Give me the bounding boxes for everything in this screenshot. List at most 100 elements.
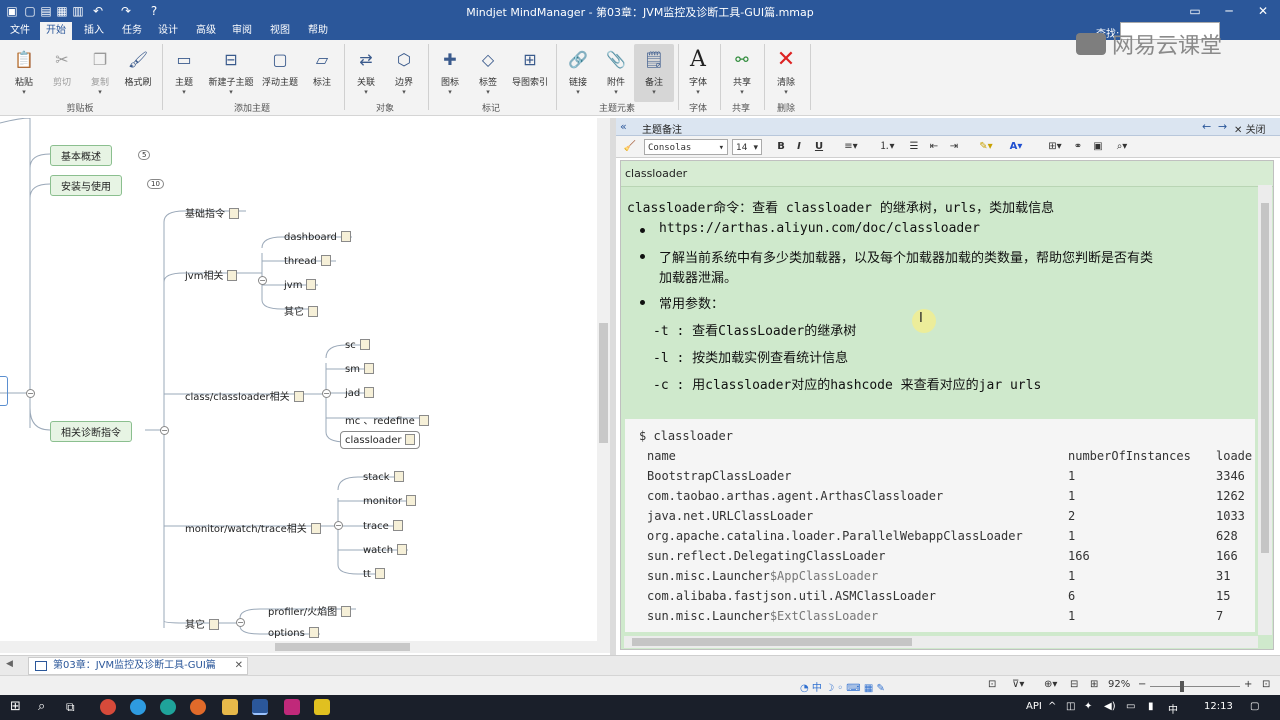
note-icon[interactable]	[227, 270, 238, 281]
document-tab[interactable]: 第03章：JVM监控及诊断工具-GUI篇 ✕	[28, 657, 248, 675]
ribbon-options-icon[interactable]: ▭	[1178, 0, 1212, 22]
close-button[interactable]: ✕	[1246, 0, 1280, 22]
note-icon[interactable]	[308, 627, 319, 638]
topic-profiler[interactable]: profiler/火焰图	[268, 603, 352, 618]
cut-button[interactable]: ✂ 剪切	[42, 44, 82, 102]
file-explorer-icon[interactable]	[222, 699, 238, 715]
topic-basic-commands[interactable]: 基础指令	[185, 205, 239, 220]
zoom-slider-thumb[interactable]	[1180, 681, 1184, 692]
topic-sm[interactable]: sm	[345, 363, 374, 375]
keyboard-icon[interactable]: ▭	[1126, 701, 1135, 712]
topic-diagnostic-commands[interactable]: 相关诊断指令	[50, 421, 132, 442]
tab-review[interactable]: 审阅	[226, 22, 258, 40]
note-icon[interactable]	[405, 434, 416, 445]
topic-thread[interactable]: thread	[284, 255, 331, 267]
indent-icon[interactable]: ⇥	[946, 139, 962, 155]
note-icon[interactable]	[406, 495, 417, 506]
collapse-toggle[interactable]: −	[322, 389, 331, 398]
mindmanager-taskbar-icon[interactable]	[252, 699, 268, 715]
note-icon[interactable]	[393, 471, 404, 482]
paste-button[interactable]: 📋 粘贴 ▾	[4, 44, 44, 102]
note-icon[interactable]	[359, 339, 370, 350]
clear-format-icon[interactable]: 🧹	[622, 139, 638, 155]
tab-file[interactable]: 文件	[4, 22, 36, 40]
note-icon[interactable]	[341, 606, 352, 617]
topic-watch[interactable]: watch	[363, 544, 408, 556]
collapse-toggle[interactable]: −	[258, 276, 267, 285]
collapse-pane-icon[interactable]: «	[620, 120, 627, 133]
firefox-icon[interactable]	[190, 699, 206, 715]
task-view-icon[interactable]: ⧉	[66, 699, 82, 715]
collapse-toggle[interactable]: −	[160, 426, 169, 435]
font-family-select[interactable]: Consolas ▾	[644, 139, 728, 155]
tab-view[interactable]: 视图	[264, 22, 296, 40]
topic-jvm-cmd[interactable]: jvm	[284, 279, 317, 291]
app-icon[interactable]	[314, 699, 330, 715]
collapse-toggle[interactable]: −	[26, 389, 35, 398]
fullscreen-icon[interactable]: ⊡	[1262, 679, 1270, 690]
note-icon[interactable]	[340, 231, 351, 242]
font-size-select[interactable]: 14 ▾	[732, 139, 762, 155]
font-button[interactable]: A 字体 ▾	[678, 44, 718, 102]
callout-button[interactable]: ▱ 标注	[302, 44, 342, 102]
note-icon[interactable]	[418, 415, 429, 426]
collapse-toggle[interactable]: −	[334, 521, 343, 530]
map-vertical-scrollbar[interactable]	[597, 118, 610, 641]
search-icon[interactable]: ⌕	[38, 699, 54, 715]
relationship-button[interactable]: ⇄ 关联 ▾	[346, 44, 386, 102]
underline-button[interactable]: U	[812, 139, 826, 155]
zoom-slider[interactable]	[1150, 686, 1240, 687]
find-icon[interactable]: ⌕▾	[1110, 139, 1134, 155]
note-icon[interactable]	[229, 208, 239, 219]
mindmap-canvas[interactable]: − 基本概述 5 安装与使用 10 相关诊断指令 − 基础指令 jvm相关 − …	[0, 118, 610, 641]
topic-dashboard[interactable]: dashboard	[284, 231, 351, 243]
scroll-thumb[interactable]	[1261, 203, 1269, 553]
edge-icon[interactable]	[160, 699, 176, 715]
zoom-fit-icon[interactable]: ⊞	[1090, 679, 1098, 690]
note-icon[interactable]	[320, 255, 331, 266]
tab-insert[interactable]: 插入	[78, 22, 110, 40]
focus-icon[interactable]: ⊕▾	[1044, 679, 1057, 690]
note-doc-link[interactable]: https://arthas.aliyun.com/doc/classloade…	[659, 221, 980, 236]
note-icon[interactable]	[209, 619, 219, 630]
network-icon[interactable]: ◫	[1066, 701, 1075, 712]
note-icon[interactable]	[306, 279, 317, 290]
map-horizontal-scrollbar[interactable]	[0, 641, 610, 653]
map-index-button[interactable]: ⊞ 导图索引	[508, 44, 552, 102]
topic-basic-overview[interactable]: 基本概述	[50, 145, 112, 166]
ime-indicator[interactable]: 中	[1168, 701, 1178, 716]
scroll-thumb[interactable]	[275, 643, 410, 651]
close-tab-icon[interactable]: ✕	[235, 658, 243, 674]
topic-options[interactable]: options	[268, 627, 319, 639]
numbered-list-icon[interactable]: ⒈▾	[876, 139, 898, 155]
copy-button[interactable]: ❐ 复制 ▾	[80, 44, 120, 102]
tab-scroll-left-icon[interactable]: ◀	[6, 659, 13, 669]
ime-toolbar[interactable]: ◔ 中 ☽ ◦ ⌨ ▦ ✎	[800, 679, 885, 694]
central-topic-edge[interactable]	[0, 376, 8, 406]
bluetooth-icon[interactable]: ✦	[1084, 701, 1092, 712]
tray-chevron-icon[interactable]: ^	[1048, 701, 1056, 712]
collapse-toggle[interactable]: −	[236, 618, 245, 627]
pane-splitter[interactable]	[610, 118, 616, 655]
attachment-button[interactable]: 📎 附件 ▾	[596, 44, 636, 102]
topic-install-usage[interactable]: 安装与使用	[50, 175, 122, 196]
bold-button[interactable]: B	[774, 139, 788, 155]
chrome-icon[interactable]	[100, 699, 116, 715]
bullet-list-icon[interactable]: ☰	[906, 139, 922, 155]
tab-design[interactable]: 设计	[152, 22, 184, 40]
topic-jad[interactable]: jad	[345, 387, 375, 399]
align-icon[interactable]: ≡▾	[840, 139, 862, 155]
fit-map-icon[interactable]: ⊡	[988, 679, 996, 690]
close-notes-button[interactable]: ✕ 关闭	[1234, 121, 1266, 136]
hyperlink-icon[interactable]: ⚭	[1070, 139, 1086, 155]
italic-button[interactable]: I	[792, 139, 806, 155]
link-button[interactable]: 🔗 链接 ▾	[558, 44, 598, 102]
note-icon[interactable]	[308, 306, 318, 317]
icon-button[interactable]: ✚ 图标 ▾	[430, 44, 470, 102]
topic-monitor-watch-trace[interactable]: monitor/watch/trace相关	[185, 520, 321, 535]
topic-monitor[interactable]: monitor	[363, 495, 417, 507]
font-color-icon[interactable]: A▾	[1004, 139, 1028, 155]
minimize-button[interactable]: ─	[1212, 0, 1246, 22]
chrome-canary-icon[interactable]	[130, 699, 146, 715]
topic-trace[interactable]: trace	[363, 520, 403, 532]
